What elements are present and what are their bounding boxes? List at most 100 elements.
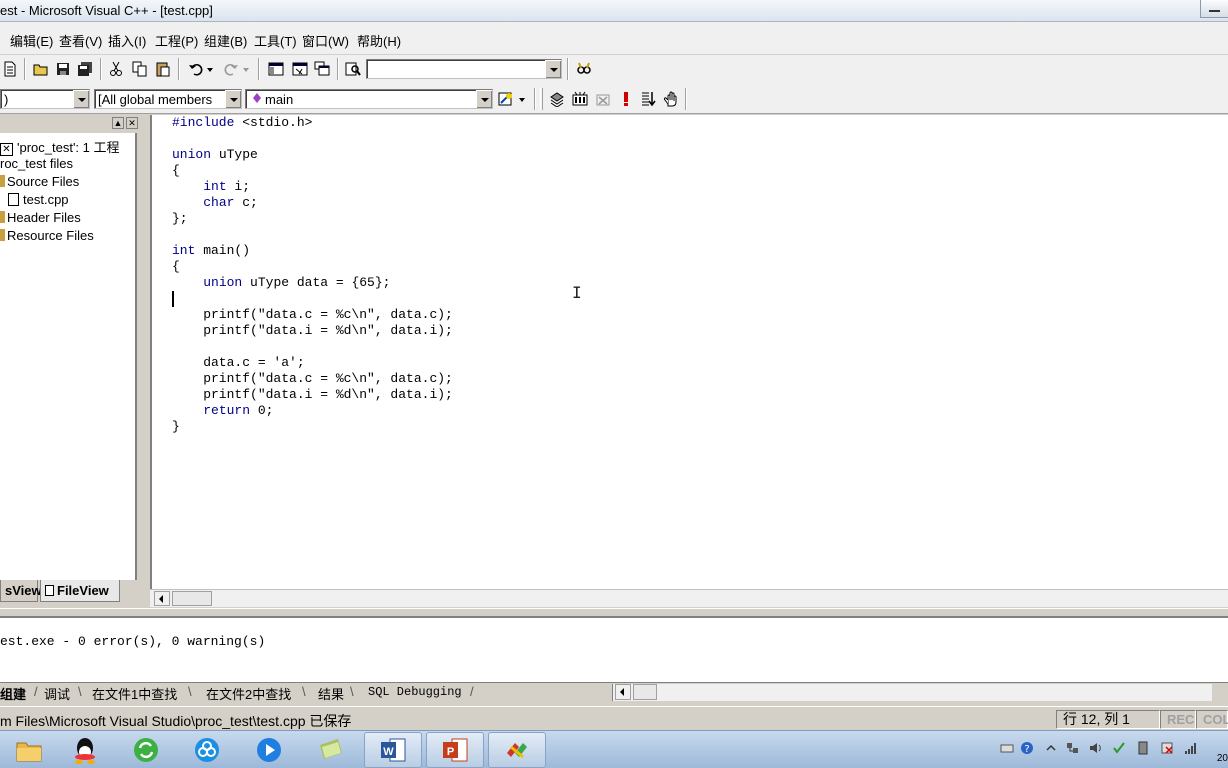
tree-project[interactable]: roc_test files (0, 156, 73, 171)
menu-help[interactable]: 帮助(H) (357, 31, 401, 50)
undo-icon[interactable] (186, 59, 206, 79)
copy-icon[interactable] (130, 59, 150, 79)
code-text[interactable]: #include <stdio.h> union uType{ int i; c… (172, 115, 453, 435)
word-icon[interactable]: W (364, 732, 422, 768)
code-line[interactable] (172, 131, 453, 147)
network-icon[interactable] (1066, 740, 1080, 756)
undo-dropdown-icon[interactable] (204, 59, 216, 79)
find-in-files-icon[interactable] (343, 59, 363, 79)
paste-icon[interactable] (153, 59, 173, 79)
scroll-thumb[interactable] (172, 591, 212, 606)
tab-find-in-files-2[interactable]: 在文件2中查找 (206, 684, 291, 703)
code-line[interactable]: char c; (172, 195, 453, 211)
minimize-button[interactable] (1200, 0, 1228, 18)
compile-icon[interactable] (547, 89, 567, 109)
code-line[interactable]: printf("data.c = %c\n", data.c); (172, 307, 453, 323)
tree-test-cpp[interactable]: test.cpp (8, 192, 69, 207)
chevron-down-icon[interactable] (73, 90, 89, 108)
save-icon[interactable] (53, 59, 73, 79)
function-combo[interactable]: main (245, 89, 493, 109)
code-editor[interactable]: #include <stdio.h> union uType{ int i; c… (150, 115, 1228, 589)
menu-view[interactable]: 查看(V) (59, 31, 102, 50)
find-combo[interactable] (366, 59, 562, 79)
code-line[interactable]: union uType (172, 147, 453, 163)
menu-tools[interactable]: 工具(T) (254, 31, 297, 50)
refresh-app-icon[interactable] (117, 732, 175, 768)
code-line[interactable]: union uType data = {65}; (172, 275, 453, 291)
menu-insert[interactable]: 插入(I) (108, 31, 146, 50)
tab-build[interactable]: 组建 (0, 684, 26, 703)
new-text-file-icon[interactable] (0, 59, 20, 79)
tree-source-files[interactable]: Source Files (0, 174, 79, 189)
go-icon[interactable] (638, 89, 658, 109)
chevron-down-icon[interactable] (476, 90, 492, 108)
volume-icon[interactable] (1088, 740, 1102, 756)
chevron-down-icon[interactable] (545, 60, 561, 78)
wizard-dropdown-icon[interactable] (516, 89, 528, 109)
scroll-thumb[interactable] (633, 684, 657, 700)
media-player-icon[interactable] (240, 732, 298, 768)
code-line[interactable]: printf("data.i = %d\n", data.i); (172, 387, 453, 403)
window-list-icon[interactable] (312, 59, 332, 79)
dock-toggle-icon[interactable]: ▲ (112, 117, 124, 129)
qq-icon[interactable] (56, 732, 114, 768)
visual-cpp-icon[interactable] (488, 732, 546, 768)
save-all-icon[interactable] (75, 59, 95, 79)
cut-icon[interactable] (106, 59, 126, 79)
tray-expand-icon[interactable] (1044, 740, 1058, 756)
tree-resource-files[interactable]: Resource Files (0, 228, 94, 243)
build-icon[interactable] (570, 89, 590, 109)
notes-icon[interactable] (302, 732, 360, 768)
code-line[interactable]: { (172, 163, 453, 179)
members-combo[interactable]: [All global members (94, 89, 242, 109)
tab-find-in-files-1[interactable]: 在文件1中查找 (92, 684, 177, 703)
execute-icon[interactable] (616, 89, 636, 109)
editor-horizontal-scrollbar[interactable] (150, 589, 1228, 607)
tab-results[interactable]: 结果 (318, 684, 344, 703)
output-tabs-scrollbar[interactable] (612, 684, 1212, 701)
code-line[interactable] (172, 227, 453, 243)
open-folder-icon[interactable] (31, 59, 51, 79)
tab-fileview[interactable]: FileView (40, 580, 120, 602)
code-line[interactable]: printf("data.i = %d\n", data.i); (172, 323, 453, 339)
class-combo[interactable]: ) (0, 89, 90, 109)
code-line[interactable]: return 0; (172, 403, 453, 419)
menu-edit[interactable]: 编辑(E) (10, 31, 53, 50)
code-line[interactable] (172, 291, 453, 307)
help-icon[interactable]: ? (1020, 740, 1034, 756)
cloud-icon[interactable] (178, 732, 236, 768)
tree-header-files[interactable]: Header Files (0, 210, 81, 225)
code-line[interactable] (172, 339, 453, 355)
flag-alert-icon[interactable] (1160, 740, 1174, 756)
clock[interactable]: 20 (1217, 753, 1228, 764)
tab-debug[interactable]: 调试 (44, 684, 70, 703)
output-window-icon[interactable] (290, 59, 310, 79)
menu-project[interactable]: 工程(P) (155, 31, 198, 50)
powerpoint-icon[interactable]: P (426, 732, 484, 768)
file-explorer-icon[interactable] (0, 732, 58, 768)
code-line[interactable]: int main() (172, 243, 453, 259)
code-line[interactable]: { (172, 259, 453, 275)
code-line[interactable]: data.c = 'a'; (172, 355, 453, 371)
menu-window[interactable]: 窗口(W) (302, 31, 349, 50)
pane-splitter[interactable] (0, 608, 1228, 618)
menu-build[interactable]: 组建(B) (204, 31, 247, 50)
workspace-window-icon[interactable] (266, 59, 286, 79)
tab-sql-debugging[interactable]: SQL Debugging (368, 685, 462, 699)
tab-classview[interactable]: sView (0, 580, 42, 602)
keyboard-icon[interactable] (1000, 740, 1014, 756)
code-line[interactable]: }; (172, 211, 453, 227)
scroll-left-icon[interactable] (154, 591, 170, 606)
code-line[interactable]: int i; (172, 179, 453, 195)
find-icon[interactable] (574, 59, 594, 79)
security-check-icon[interactable] (1112, 740, 1126, 756)
usb-device-icon[interactable] (1136, 740, 1150, 756)
signal-icon[interactable] (1184, 740, 1198, 756)
wizard-action-icon[interactable] (496, 89, 516, 109)
tree-workspace[interactable]: ✕ 'proc_test': 1 工程 (0, 137, 120, 156)
code-line[interactable]: } (172, 419, 453, 435)
close-icon[interactable]: ✕ (126, 117, 138, 129)
code-line[interactable]: printf("data.c = %c\n", data.c); (172, 371, 453, 387)
code-line[interactable]: #include <stdio.h> (172, 115, 453, 131)
scroll-left-icon[interactable] (615, 684, 631, 700)
